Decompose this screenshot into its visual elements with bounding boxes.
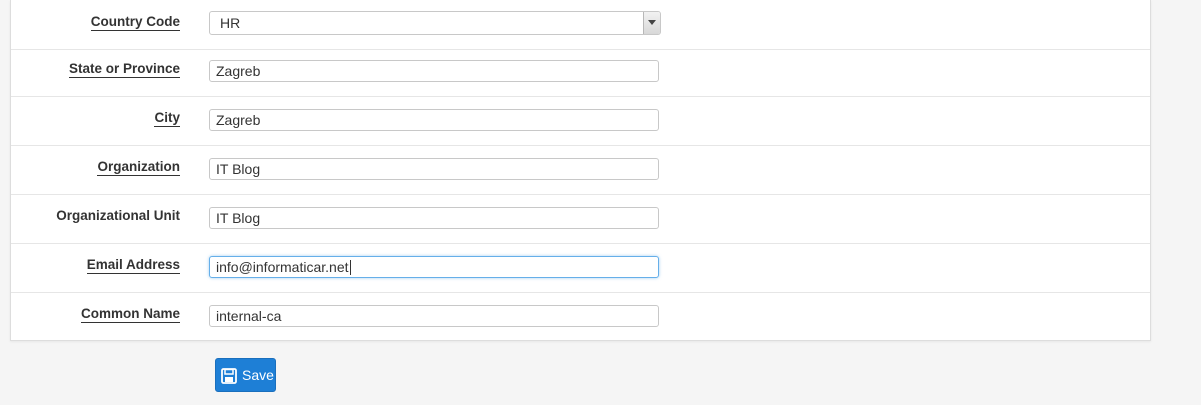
save-button[interactable]: Save [215, 358, 276, 392]
form-row-common-name: Common Name internal-ca [11, 292, 1150, 341]
floppy-disk-icon [221, 368, 237, 387]
common-name-label: Common Name [80, 306, 180, 323]
organization-input[interactable]: IT Blog [209, 158, 659, 180]
country-code-selected-value: HR [220, 15, 241, 31]
country-code-select[interactable]: HR [209, 11, 661, 35]
form-row-email: Email Address info@informaticar.net [11, 243, 1150, 293]
state-input[interactable]: Zagreb [209, 60, 659, 82]
form-row-country-code: Country Code HR [11, 0, 1150, 50]
state-label: State or Province [68, 61, 180, 78]
email-input-value: info@informaticar.net [216, 259, 349, 275]
certificate-form-panel: Country Code HR State or Province Zagreb… [10, 0, 1151, 341]
city-label: City [154, 110, 180, 127]
email-input[interactable]: info@informaticar.net [209, 256, 659, 278]
save-button-label: Save [242, 367, 274, 383]
chevron-down-icon[interactable] [643, 12, 660, 34]
country-code-label: Country Code [90, 14, 180, 31]
form-row-organizational-unit: Organizational Unit IT Blog [11, 194, 1150, 244]
form-row-city: City Zagreb [11, 96, 1150, 146]
common-name-input[interactable]: internal-ca [209, 305, 659, 327]
organization-label: Organization [97, 159, 180, 176]
form-row-state: State or Province Zagreb [11, 47, 1150, 97]
form-row-organization: Organization IT Blog [11, 145, 1150, 195]
organizational-unit-input[interactable]: IT Blog [209, 207, 659, 229]
email-label: Email Address [86, 257, 180, 274]
text-caret [349, 260, 351, 275]
city-input[interactable]: Zagreb [209, 109, 659, 131]
organizational-unit-label: Organizational Unit [56, 208, 180, 223]
